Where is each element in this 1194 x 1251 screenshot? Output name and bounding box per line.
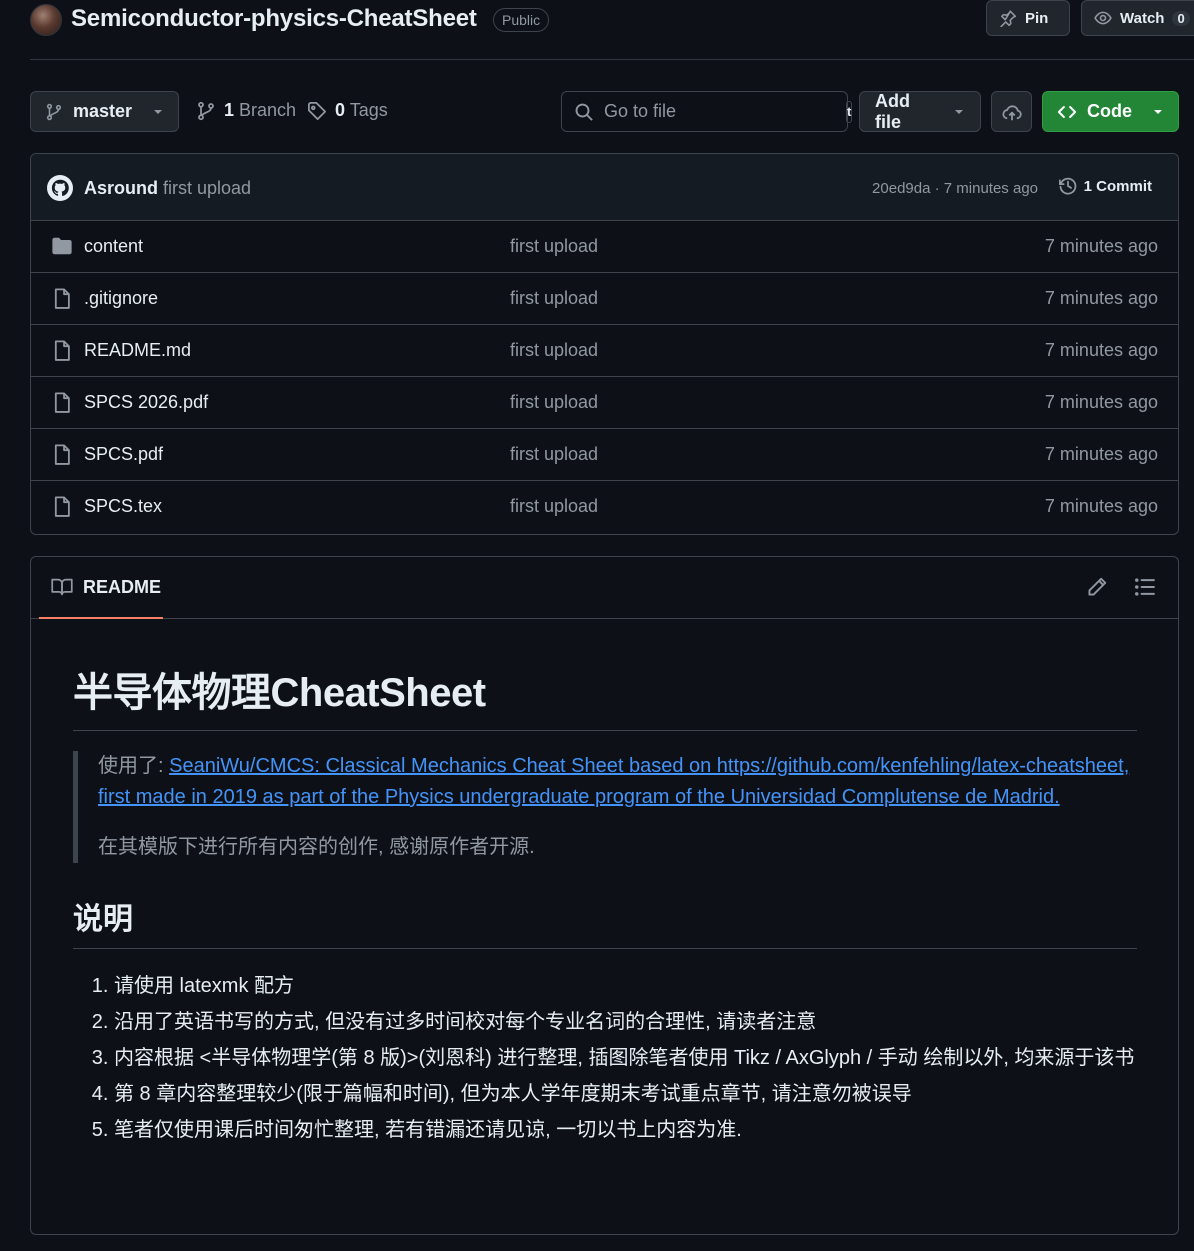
file-name[interactable]: SPCS.pdf	[84, 444, 163, 465]
commit-author-avatar[interactable]	[47, 175, 73, 201]
list-item: 内容根据 <半导体物理学(第 8 版)>(刘恩科) 进行整理, 插图除笔者使用 …	[114, 1043, 1137, 1074]
codespaces-button[interactable]	[991, 91, 1032, 132]
code-icon	[1057, 102, 1077, 122]
tab-readme[interactable]: README	[39, 557, 163, 619]
commit-count-label: 1 Commit	[1083, 177, 1152, 195]
latest-commit-bar: Asround first upload 20ed9da · 7 minutes…	[31, 154, 1178, 221]
branch-name: master	[73, 101, 133, 121]
file-icon	[51, 288, 73, 310]
tag-label: Tags	[349, 100, 388, 120]
file-commit-age: 7 minutes ago	[1044, 288, 1158, 308]
book-icon	[51, 577, 73, 597]
repo-name[interactable]: Semiconductor-physics-CheatSheet	[71, 5, 477, 33]
file-row[interactable]: content first upload 7 minutes ago	[31, 221, 1178, 273]
chevron-down-icon	[1152, 106, 1164, 118]
file-name[interactable]: README.md	[84, 340, 191, 361]
history-icon	[1058, 176, 1078, 196]
file-commit-message[interactable]: first upload	[510, 288, 598, 309]
file-icon	[51, 444, 73, 466]
list-unordered-icon[interactable]	[1134, 576, 1156, 598]
watch-count: 0	[1172, 10, 1190, 26]
file-icon	[51, 340, 73, 362]
file-commit-message[interactable]: first upload	[510, 392, 598, 413]
file-icon	[51, 392, 73, 414]
file-list: Asround first upload 20ed9da · 7 minutes…	[30, 153, 1179, 535]
quote-prefix: 使用了:	[98, 755, 170, 777]
file-commit-age: 7 minutes ago	[1044, 236, 1158, 256]
readme-tab-label: README	[83, 576, 162, 597]
pin-label: Pin	[1025, 9, 1049, 27]
source-repo-link[interactable]: SeaniWu/CMCS: Classical Mechanics Cheat …	[98, 755, 1129, 808]
branch-select-button[interactable]: master	[30, 91, 179, 132]
quote-paragraph: 使用了: SeaniWu/CMCS: Classical Mechanics C…	[98, 751, 1137, 813]
file-row[interactable]: SPCS 2026.pdf first upload 7 minutes ago	[31, 377, 1178, 429]
tags-link[interactable]: 0 Tags	[307, 100, 388, 121]
readme-blockquote: 使用了: SeaniWu/CMCS: Classical Mechanics C…	[73, 751, 1137, 863]
chevron-down-icon	[953, 106, 965, 118]
readme-content: 半导体物理CheatSheet 使用了: SeaniWu/CMCS: Class…	[73, 660, 1137, 1151]
watch-button[interactable]: Watch 0	[1081, 0, 1194, 36]
pin-icon	[999, 9, 1017, 27]
repo-header: Semiconductor-physics-CheatSheet Public …	[30, 0, 1194, 60]
file-commit-message[interactable]: first upload	[510, 496, 598, 517]
commit-author[interactable]: Asround	[84, 178, 158, 199]
code-button[interactable]: Code	[1042, 91, 1179, 132]
readme-panel: README 半导体物理CheatSheet 使用了: SeaniWu/CMCS…	[30, 556, 1179, 1235]
file-commit-message[interactable]: first upload	[510, 444, 598, 465]
watch-label: Watch	[1120, 9, 1165, 27]
file-commit-age: 7 minutes ago	[1044, 340, 1158, 360]
pencil-icon[interactable]	[1086, 576, 1108, 598]
instructions-list: 请使用 latexmk 配方 沿用了英语书写的方式, 但没有过多时间校对每个专业…	[73, 971, 1137, 1146]
file-name[interactable]: content	[84, 236, 143, 257]
commit-hash-time[interactable]: 20ed9da · 7 minutes ago	[872, 180, 1038, 197]
add-file-label: Add file	[875, 90, 910, 132]
owner-avatar[interactable]	[30, 4, 62, 36]
list-item: 第 8 章内容整理较少(限于篇幅和时间), 但为本人学年度期末考试重点章节, 请…	[114, 1079, 1137, 1110]
eye-icon	[1094, 9, 1112, 27]
file-row[interactable]: SPCS.tex first upload 7 minutes ago	[31, 481, 1178, 533]
keyboard-shortcut-hint: t	[846, 100, 853, 123]
file-name[interactable]: SPCS.tex	[84, 496, 162, 517]
quote-note: 在其模版下进行所有内容的创作, 感谢原作者开源.	[98, 836, 535, 858]
readme-title: 半导体物理CheatSheet	[73, 660, 1137, 731]
commit-message[interactable]: first upload	[163, 178, 251, 199]
visibility-badge: Public	[493, 8, 550, 32]
section-heading: 说明	[73, 894, 1137, 949]
file-row[interactable]: README.md first upload 7 minutes ago	[31, 325, 1178, 377]
folder-icon	[51, 236, 73, 256]
branches-link[interactable]: 1 Branch	[196, 100, 296, 121]
file-name[interactable]: SPCS 2026.pdf	[84, 392, 208, 413]
file-commit-age: 7 minutes ago	[1044, 392, 1158, 412]
add-file-button[interactable]: Add file	[859, 91, 981, 132]
git-branch-icon	[196, 101, 216, 121]
pin-button[interactable]: Pin	[986, 0, 1070, 36]
tag-icon	[307, 101, 327, 121]
git-branch-icon	[45, 103, 63, 121]
file-row[interactable]: .gitignore first upload 7 minutes ago	[31, 273, 1178, 325]
file-icon	[51, 496, 73, 518]
file-row[interactable]: SPCS.pdf first upload 7 minutes ago	[31, 429, 1178, 481]
list-item: 沿用了英语书写的方式, 但没有过多时间校对每个专业名词的合理性, 请读者注意	[114, 1007, 1137, 1038]
search-icon	[574, 102, 594, 122]
chevron-down-icon	[152, 106, 164, 118]
branch-count: 1	[224, 100, 235, 120]
file-commit-age: 7 minutes ago	[1044, 444, 1158, 464]
branch-label: Branch	[239, 100, 297, 120]
list-item: 笔者仅使用课后时间匆忙整理, 若有错漏还请见谅, 一切以书上内容为准.	[114, 1115, 1137, 1146]
file-commit-message[interactable]: first upload	[510, 236, 598, 257]
file-name[interactable]: .gitignore	[84, 288, 158, 309]
go-to-file-input[interactable]	[604, 101, 836, 122]
readme-header: README	[31, 557, 1178, 619]
tag-count: 0	[335, 100, 346, 120]
commit-history-link[interactable]: 1 Commit	[1058, 176, 1152, 196]
go-to-file[interactable]: t	[561, 91, 853, 132]
cloud-sync-icon	[1001, 101, 1023, 123]
file-commit-age: 7 minutes ago	[1044, 496, 1158, 516]
file-commit-message[interactable]: first upload	[510, 340, 598, 361]
code-label: Code	[1087, 101, 1132, 121]
list-item: 请使用 latexmk 配方	[114, 971, 1137, 1002]
